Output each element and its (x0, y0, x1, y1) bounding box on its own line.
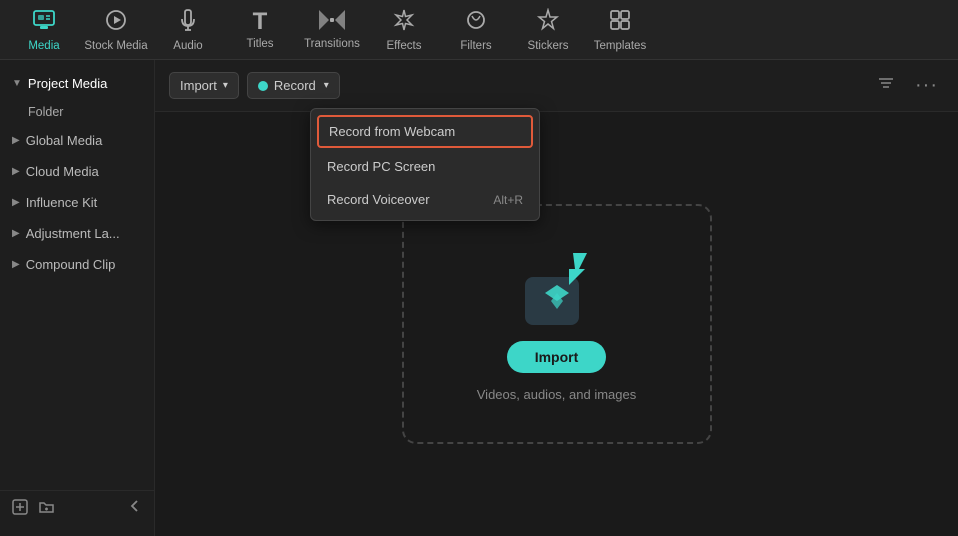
arrow-icon-influence: ▶ (12, 197, 20, 208)
screen-label: Record PC Screen (327, 159, 435, 174)
new-folder-icon[interactable] (38, 499, 55, 520)
toolbar-item-effects[interactable]: Effects (368, 2, 440, 58)
collapse-sidebar-icon[interactable] (128, 499, 142, 520)
import-description: Videos, audios, and images (477, 387, 636, 402)
toolbar-item-filters[interactable]: Filters (440, 2, 512, 58)
record-dropdown: Record from Webcam Record PC Screen Reco… (310, 108, 540, 221)
filter-sort-icon[interactable] (871, 70, 901, 101)
filters-icon (464, 8, 488, 36)
import-area: Import Videos, audios, and images (155, 112, 958, 536)
audio-icon (176, 8, 200, 36)
toolbar-item-templates[interactable]: Templates (584, 2, 656, 58)
toolbar-item-transitions[interactable]: Transitions (296, 2, 368, 58)
dropdown-item-voiceover[interactable]: Record Voiceover Alt+R (311, 183, 539, 216)
dropdown-item-screen[interactable]: Record PC Screen (311, 150, 539, 183)
import-large-button[interactable]: Import (507, 341, 607, 373)
stock-media-icon (104, 8, 128, 36)
toolbar-label-templates: Templates (594, 40, 646, 52)
sidebar-label-folder: Folder (28, 105, 63, 119)
content-area: Import ▾ Record ▾ ··· Record from (155, 60, 958, 536)
transitions-icon (319, 10, 345, 34)
sidebar-item-influence-kit[interactable]: ▶ Influence Kit (0, 187, 154, 218)
stickers-icon (536, 8, 560, 36)
arrow-icon-adjust: ▶ (12, 228, 20, 239)
toolbar-label-transitions: Transitions (304, 38, 360, 50)
import-label: Import (180, 78, 217, 93)
sidebar-label-influence-kit: Influence Kit (26, 195, 98, 210)
more-options-icon[interactable]: ··· (909, 70, 944, 101)
webcam-label: Record from Webcam (329, 124, 455, 139)
voiceover-label: Record Voiceover (327, 192, 430, 207)
sidebar-item-global-media[interactable]: ▶ Global Media (0, 125, 154, 156)
toolbar-label-filters: Filters (460, 40, 491, 52)
arrow-icon-compound: ▶ (12, 259, 20, 270)
toolbar-label-stickers: Stickers (528, 40, 569, 52)
record-label: Record (274, 78, 316, 93)
sidebar-item-project-media[interactable]: ▼ Project Media (0, 68, 154, 99)
add-item-icon[interactable] (12, 499, 28, 520)
toolbar-item-stickers[interactable]: Stickers (512, 2, 584, 58)
sidebar-bottom (0, 490, 154, 528)
record-dot-icon (258, 81, 268, 91)
toolbar-label-media: Media (28, 40, 59, 52)
arrow-icon-global: ▶ (12, 135, 20, 146)
templates-icon (608, 8, 632, 36)
import-icon-wrap (517, 247, 597, 327)
record-button[interactable]: Record ▾ (247, 72, 340, 99)
toolbar-label-stock: Stock Media (84, 40, 147, 52)
arrow-icon: ▼ (12, 78, 22, 89)
sidebar-label-adjustment: Adjustment La... (26, 226, 120, 241)
sidebar-item-folder[interactable]: Folder (0, 99, 154, 125)
voiceover-shortcut: Alt+R (493, 193, 523, 207)
import-chevron-icon: ▾ (223, 80, 228, 91)
sidebar-item-cloud-media[interactable]: ▶ Cloud Media (0, 156, 154, 187)
sidebar-label-global-media: Global Media (26, 133, 103, 148)
toolbar-label-audio: Audio (173, 40, 202, 52)
sidebar-item-compound-clip[interactable]: ▶ Compound Clip (0, 249, 154, 280)
sidebar: ▼ Project Media Folder ▶ Global Media ▶ … (0, 60, 155, 536)
sidebar-label-project-media: Project Media (28, 76, 107, 91)
media-icon (32, 8, 56, 36)
toolbar-label-titles: Titles (246, 38, 273, 50)
toolbar: Media Stock Media Audio T Titles (0, 0, 958, 60)
toolbar-item-titles[interactable]: T Titles (224, 2, 296, 58)
content-header: Import ▾ Record ▾ ··· (155, 60, 958, 112)
sidebar-label-compound-clip: Compound Clip (26, 257, 116, 272)
arrow-icon-cloud: ▶ (12, 166, 20, 177)
import-large-label: Import (535, 349, 579, 365)
main-area: ▼ Project Media Folder ▶ Global Media ▶ … (0, 60, 958, 536)
sidebar-label-cloud-media: Cloud Media (26, 164, 99, 179)
toolbar-label-effects: Effects (387, 40, 422, 52)
dropdown-item-webcam[interactable]: Record from Webcam (317, 115, 533, 148)
toolbar-item-audio[interactable]: Audio (152, 2, 224, 58)
titles-icon: T (253, 10, 268, 34)
effects-icon (392, 8, 416, 36)
sidebar-item-adjustment[interactable]: ▶ Adjustment La... (0, 218, 154, 249)
record-chevron-icon: ▾ (324, 80, 329, 91)
toolbar-item-media[interactable]: Media (8, 2, 80, 58)
import-drop-zone[interactable]: Import Videos, audios, and images (402, 204, 712, 444)
import-button[interactable]: Import ▾ (169, 72, 239, 99)
toolbar-item-stock-media[interactable]: Stock Media (80, 2, 152, 58)
